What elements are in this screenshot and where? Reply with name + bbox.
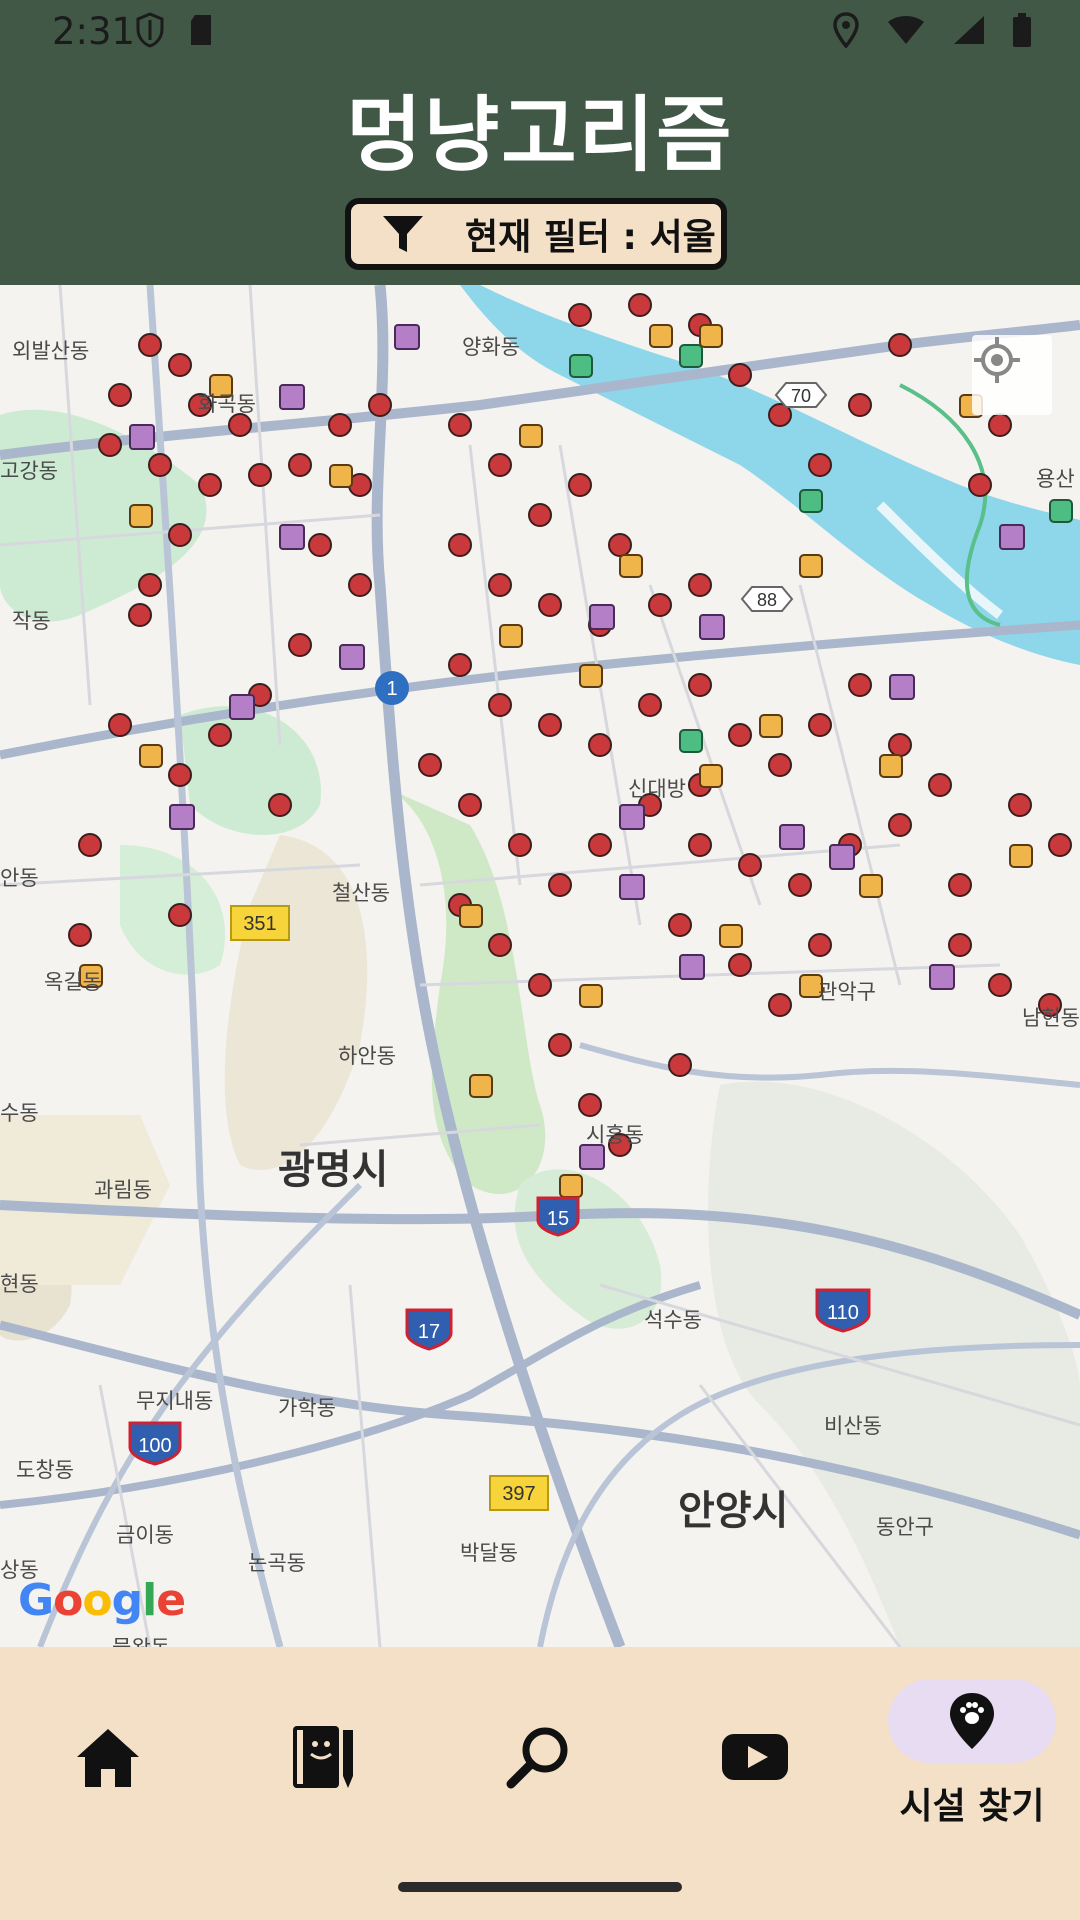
shield-icon: [136, 12, 164, 48]
map-label: 가학동: [278, 1396, 336, 1420]
diary-icon: [293, 1726, 353, 1788]
app-header: 2:31 멍냥고리즘 현재 필터 : 서울: [0, 0, 1080, 285]
nav-facility-label: 시설 찾기: [899, 1786, 1045, 1827]
map-label: 작동: [12, 609, 51, 633]
map-label: 하안동: [338, 1044, 396, 1068]
home-icon: [77, 1729, 139, 1787]
map-label: 수동: [0, 1101, 39, 1125]
filter-label: 현재 필터 : 서울: [465, 217, 716, 258]
map-view[interactable]: 70 88 1 351 15 17 110 100 397 외발산동 화곡동 양…: [0, 285, 1080, 1647]
map-label: 관악구: [818, 980, 876, 1004]
signal-icon: [954, 16, 984, 44]
home-indicator[interactable]: [398, 1882, 682, 1892]
map-label: 남현동: [1022, 1006, 1080, 1030]
nav-search-button[interactable]: [478, 1717, 598, 1797]
map-label: 과림동: [94, 1178, 152, 1202]
map-label: 논곡동: [248, 1551, 306, 1575]
shield-100: 100: [138, 1435, 171, 1457]
sd-card-icon: [191, 15, 211, 45]
wifi-icon: [888, 16, 924, 44]
map-label: 비산동: [824, 1414, 882, 1438]
nav-diary-button[interactable]: [262, 1717, 382, 1797]
map-label: 시흥동: [586, 1123, 644, 1147]
map-label-city: 안양시: [678, 1488, 789, 1534]
youtube-icon: [722, 1734, 788, 1780]
map-label: 신대방: [628, 777, 686, 801]
map-label: 외발산동: [12, 339, 90, 363]
map-label: 안동: [0, 866, 39, 890]
map-label: 무지내동: [136, 1389, 214, 1413]
shield-110: 110: [827, 1302, 859, 1324]
status-left-icons: [135, 12, 215, 48]
shield-70: 70: [791, 386, 811, 406]
my-location-button[interactable]: [972, 335, 1052, 415]
shield-397: 397: [502, 1483, 535, 1505]
shield-17: 17: [418, 1321, 440, 1343]
bottom-navigation: 시설 찾기: [0, 1647, 1080, 1920]
nav-facility-button[interactable]: [888, 1679, 1056, 1763]
shield-88: 88: [757, 590, 777, 610]
crosshair-icon: [974, 337, 1020, 383]
shield-15: 15: [547, 1208, 569, 1230]
map-label-city: 광명시: [278, 1147, 389, 1193]
location-icon: [833, 12, 859, 48]
status-right-icons: [832, 12, 1032, 48]
map-label: 양화동: [462, 335, 520, 359]
search-icon: [506, 1727, 568, 1789]
filter-icon: [383, 216, 423, 252]
map-label: 도창동: [16, 1458, 74, 1482]
google-logo: Google: [18, 1575, 186, 1626]
map-label: 철산동: [332, 881, 390, 905]
map-canvas: 70 88 1 351 15 17 110 100 397: [0, 285, 1080, 1647]
status-time: 2:31: [52, 10, 136, 53]
map-label: 화곡동: [198, 392, 256, 416]
map-label: 고강동: [0, 459, 58, 483]
map-label: 박달동: [460, 1541, 518, 1565]
map-label: 석수동: [644, 1308, 702, 1332]
nav-youtube-button[interactable]: [695, 1717, 815, 1797]
app-title: 멍냥고리즘: [346, 88, 734, 183]
shield-1: 1: [386, 678, 397, 700]
map-label: 동안구: [876, 1515, 934, 1539]
battery-icon: [1013, 13, 1031, 47]
map-label: 옥길동: [44, 970, 102, 994]
map-label: 현동: [0, 1272, 39, 1296]
map-label: 용산: [1036, 467, 1075, 491]
map-label: 물왕동: [112, 1632, 170, 1647]
paw-location-icon: [950, 1693, 994, 1749]
map-label: 금이동: [116, 1523, 174, 1547]
nav-home-button[interactable]: [48, 1717, 168, 1797]
filter-button[interactable]: 현재 필터 : 서울: [345, 198, 727, 270]
shield-351: 351: [243, 913, 276, 935]
